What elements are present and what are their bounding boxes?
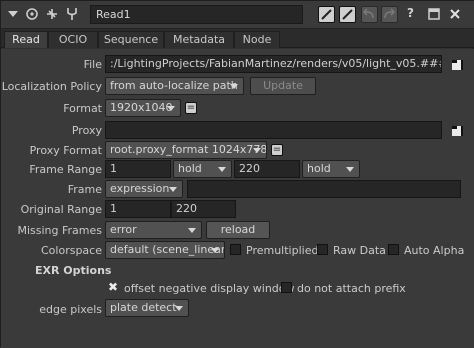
raw-data-checkbox[interactable] — [317, 244, 328, 255]
proxy-format-dropdown[interactable]: root.proxy_format 1024x778 — [105, 141, 267, 159]
float-panel-icon[interactable] — [43, 5, 60, 22]
proxy-path-field[interactable] — [105, 121, 442, 139]
reload-button[interactable]: reload — [206, 221, 270, 239]
chevron-down-icon — [167, 106, 175, 111]
float-window-icon[interactable] — [425, 5, 442, 22]
offset-negative-label: offset negative display window — [124, 282, 295, 295]
tab-node[interactable]: Node — [234, 31, 280, 48]
format-value: 1920x1040 — [110, 101, 173, 114]
node-tool-icon[interactable] — [63, 5, 80, 22]
frame-mode-dropdown[interactable]: expression — [105, 180, 183, 198]
tab-sequence[interactable]: Sequence — [98, 31, 164, 48]
tab-ocio[interactable]: OCIO — [48, 31, 98, 48]
format-dropdown[interactable]: 1920x1040 — [105, 99, 181, 117]
frame-range-label: Frame Range — [29, 163, 102, 176]
edge-pixels-label: edge pixels — [39, 303, 102, 316]
before-mode-dropdown[interactable]: hold — [173, 160, 232, 178]
missing-frames-dropdown[interactable]: error — [105, 221, 202, 239]
proxy-label: Proxy — [71, 124, 102, 137]
original-range-last-field[interactable]: 220 — [171, 200, 236, 218]
folder-icon[interactable] — [451, 58, 465, 72]
colorspace-label: Colorspace — [41, 244, 102, 257]
help-button[interactable]: ? — [407, 6, 414, 20]
read-tab-content: File :/LightingProjects/FabianMartinez/r… — [1, 49, 474, 348]
update-button[interactable]: Update — [250, 77, 316, 95]
offset-negative-checkbox[interactable]: ✖ — [107, 281, 119, 294]
colorspace-dropdown[interactable]: default (scene_linear) — [105, 241, 225, 259]
localization-policy-label: Localization Policy — [1, 80, 102, 93]
premultiplied-checkbox[interactable] — [230, 244, 241, 255]
tab-bar: Read OCIO Sequence Metadata Node — [1, 29, 474, 48]
collapse-arrow-icon[interactable] — [4, 5, 21, 22]
colorspace-value: default (scene_linear) — [110, 243, 225, 256]
localization-policy-value: from auto-localize path — [110, 79, 238, 92]
frame-expression-field[interactable] — [187, 180, 461, 198]
original-range-first-field[interactable]: 1 — [105, 200, 171, 218]
original-range-label: Original Range — [20, 203, 102, 216]
raw-data-label: Raw Data — [333, 244, 386, 257]
chevron-down-icon — [230, 84, 238, 89]
chevron-down-icon — [188, 228, 196, 233]
chevron-down-icon — [169, 187, 177, 192]
frame-label: Frame — [67, 183, 102, 196]
chevron-down-icon — [211, 248, 219, 253]
file-path-field[interactable]: :/LightingProjects/FabianMartinez/render… — [105, 55, 442, 73]
panel-header: Read1 ? — [1, 1, 474, 29]
file-label: File — [83, 58, 102, 71]
center-node-icon[interactable] — [23, 5, 40, 22]
redo-button[interactable] — [381, 6, 398, 23]
proxy-format-edit-button[interactable]: = — [271, 144, 283, 156]
exr-options-heading: EXR Options — [35, 264, 112, 277]
tab-read[interactable]: Read — [4, 31, 48, 48]
missing-frames-value: error — [110, 223, 137, 236]
format-label: Format — [63, 102, 102, 115]
frame-range-first-field[interactable]: 1 — [105, 160, 171, 178]
localization-policy-dropdown[interactable]: from auto-localize path — [105, 77, 244, 95]
premultiplied-label: Premultiplied — [246, 244, 319, 257]
auto-alpha-label: Auto Alpha — [404, 244, 465, 257]
after-mode-value: hold — [307, 162, 331, 175]
node-color-button[interactable] — [318, 6, 335, 23]
do-not-attach-prefix-checkbox[interactable] — [281, 282, 292, 293]
properties-panel: Read1 ? Read OCIO Sequence Metadata Node… — [0, 0, 474, 348]
tab-metadata[interactable]: Metadata — [164, 31, 234, 48]
do-not-attach-prefix-label: do not attach prefix — [297, 282, 406, 295]
before-mode-value: hold — [178, 162, 202, 175]
undo-button[interactable] — [361, 6, 378, 23]
edge-pixels-value: plate detect — [110, 301, 177, 314]
auto-alpha-checkbox[interactable] — [388, 244, 399, 255]
frame-mode-value: expression — [110, 182, 170, 195]
missing-frames-label: Missing Frames — [17, 224, 102, 237]
proxy-format-label: Proxy Format — [29, 144, 102, 157]
chevron-down-icon — [218, 167, 226, 172]
node-name-field[interactable]: Read1 — [90, 5, 303, 24]
folder-icon[interactable] — [451, 124, 465, 138]
gl-color-button[interactable] — [339, 6, 356, 23]
proxy-format-value: root.proxy_format 1024x778 — [110, 143, 267, 156]
chevron-down-icon — [253, 148, 261, 153]
format-edit-button[interactable]: = — [185, 102, 197, 114]
chevron-down-icon — [175, 306, 183, 311]
edge-pixels-dropdown[interactable]: plate detect — [105, 299, 189, 317]
after-mode-dropdown[interactable]: hold — [302, 160, 360, 178]
frame-range-last-field[interactable]: 220 — [234, 160, 300, 178]
close-icon[interactable] — [446, 5, 463, 22]
chevron-down-icon — [346, 167, 354, 172]
